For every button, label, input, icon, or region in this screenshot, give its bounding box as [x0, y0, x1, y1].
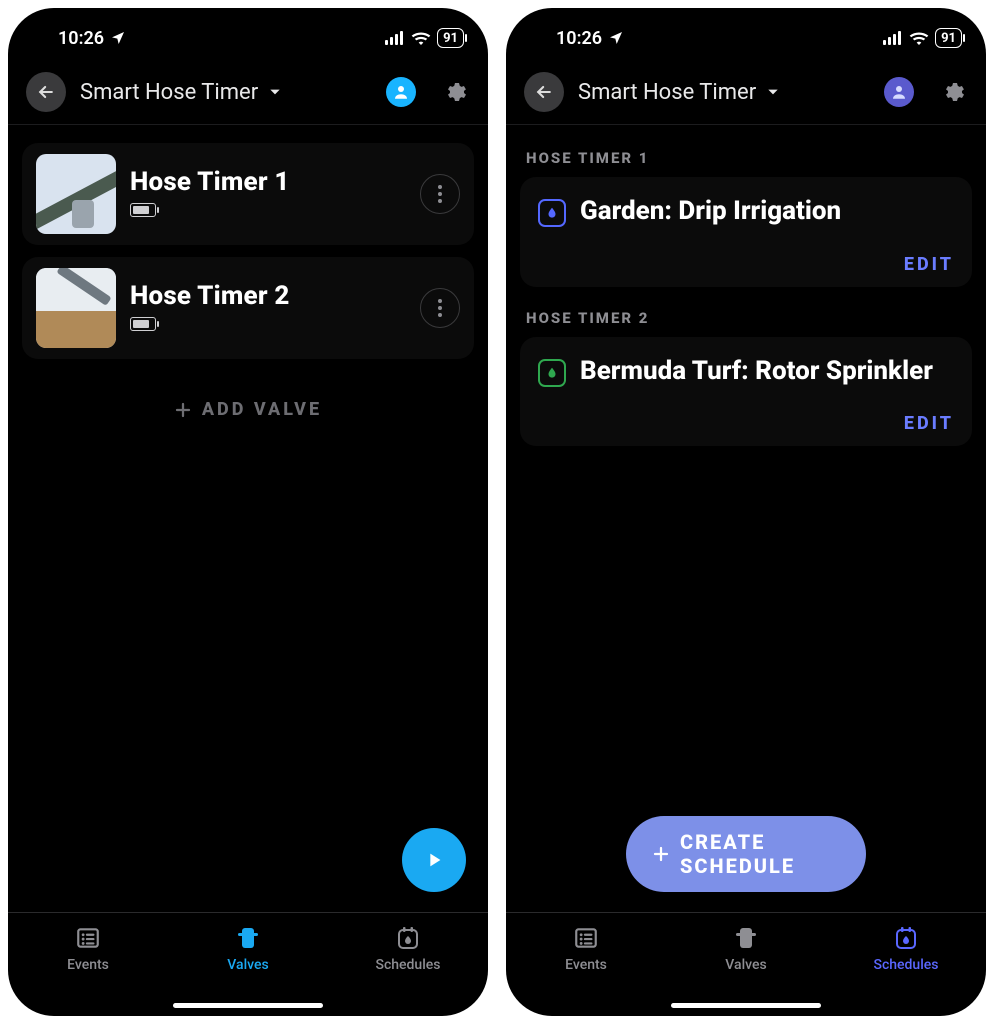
- device-title: Smart Hose Timer: [578, 80, 756, 105]
- drop-icon: [538, 199, 566, 227]
- main-valves: Hose Timer 1 Hose Timer 2: [8, 125, 488, 912]
- valve-icon: [237, 925, 259, 951]
- valve-thumbnail: [36, 154, 116, 234]
- app-header: Smart Hose Timer: [506, 62, 986, 124]
- battery-percent: 91: [941, 31, 956, 46]
- add-valve-label: ADD VALVE: [202, 399, 322, 420]
- valve-more-button[interactable]: [420, 174, 460, 214]
- profile-button[interactable]: [884, 77, 914, 107]
- add-valve-button[interactable]: ADD VALVE: [22, 399, 474, 420]
- main-schedules: HOSE TIMER 1 Garden: Drip Irrigation EDI…: [506, 125, 986, 912]
- battery-icon: [130, 203, 156, 217]
- schedule-title: Garden: Drip Irrigation: [580, 195, 841, 228]
- wifi-icon: [411, 31, 431, 45]
- status-bar: 10:26 91: [8, 8, 488, 62]
- schedule-card[interactable]: Garden: Drip Irrigation EDIT: [520, 177, 972, 287]
- app-header: Smart Hose Timer: [8, 62, 488, 124]
- schedule-card[interactable]: Bermuda Turf: Rotor Sprinkler EDIT: [520, 337, 972, 447]
- plus-icon: [652, 845, 670, 863]
- valve-name: Hose Timer 2: [130, 281, 290, 311]
- home-indicator[interactable]: [671, 1003, 821, 1008]
- schedule-icon: [396, 925, 420, 951]
- valve-icon: [735, 925, 757, 951]
- create-schedule-label: CREATE SCHEDULE: [680, 830, 840, 878]
- tab-label: Schedules: [375, 957, 440, 973]
- battery-indicator: 91: [437, 28, 464, 48]
- tab-bar: Events Valves Schedules: [8, 912, 488, 1016]
- plus-icon: [174, 401, 192, 419]
- edit-button[interactable]: EDIT: [538, 254, 954, 275]
- valve-thumbnail: [36, 268, 116, 348]
- device-dropdown[interactable]: Smart Hose Timer: [80, 80, 372, 105]
- settings-button[interactable]: [938, 77, 968, 107]
- tab-bar: Events Valves Schedules: [506, 912, 986, 1016]
- schedule-title: Bermuda Turf: Rotor Sprinkler: [580, 355, 933, 388]
- status-time: 10:26: [556, 28, 602, 49]
- tab-events[interactable]: Events: [8, 925, 168, 973]
- tab-schedules[interactable]: Schedules: [328, 925, 488, 973]
- battery-icon: [130, 317, 156, 331]
- tab-label: Schedules: [873, 957, 938, 973]
- tab-label: Valves: [725, 957, 766, 973]
- tab-valves[interactable]: Valves: [666, 925, 826, 973]
- section-label: HOSE TIMER 2: [526, 309, 966, 327]
- list-icon: [573, 925, 599, 951]
- valve-more-button[interactable]: [420, 288, 460, 328]
- edit-button[interactable]: EDIT: [538, 413, 954, 434]
- chevron-down-icon: [268, 85, 282, 99]
- tab-valves[interactable]: Valves: [168, 925, 328, 973]
- create-schedule-button[interactable]: CREATE SCHEDULE: [626, 816, 866, 892]
- profile-button[interactable]: [386, 77, 416, 107]
- back-button[interactable]: [524, 72, 564, 112]
- list-icon: [75, 925, 101, 951]
- settings-button[interactable]: [440, 77, 470, 107]
- status-time: 10:26: [58, 28, 104, 49]
- tab-label: Valves: [227, 957, 268, 973]
- section-label: HOSE TIMER 1: [526, 149, 966, 167]
- battery-indicator: 91: [935, 28, 962, 48]
- status-bar: 10:26 91: [506, 8, 986, 62]
- phone-schedules-screen: 10:26 91 Smart: [506, 8, 986, 1016]
- wifi-icon: [909, 31, 929, 45]
- battery-percent: 91: [443, 31, 458, 46]
- tab-events[interactable]: Events: [506, 925, 666, 973]
- location-icon: [608, 30, 624, 46]
- drop-icon: [538, 359, 566, 387]
- phone-valves-screen: 10:26 91 Smart: [8, 8, 488, 1016]
- tab-label: Events: [565, 957, 607, 973]
- cell-signal-icon: [883, 31, 903, 45]
- home-indicator[interactable]: [173, 1003, 323, 1008]
- device-dropdown[interactable]: Smart Hose Timer: [578, 80, 870, 105]
- tab-label: Events: [67, 957, 109, 973]
- cell-signal-icon: [385, 31, 405, 45]
- valve-name: Hose Timer 1: [130, 167, 290, 197]
- tab-schedules[interactable]: Schedules: [826, 925, 986, 973]
- valve-card[interactable]: Hose Timer 2: [22, 257, 474, 359]
- run-button[interactable]: [402, 828, 466, 892]
- back-button[interactable]: [26, 72, 66, 112]
- device-title: Smart Hose Timer: [80, 80, 258, 105]
- location-icon: [110, 30, 126, 46]
- schedule-icon: [894, 925, 918, 951]
- chevron-down-icon: [766, 85, 780, 99]
- valve-card[interactable]: Hose Timer 1: [22, 143, 474, 245]
